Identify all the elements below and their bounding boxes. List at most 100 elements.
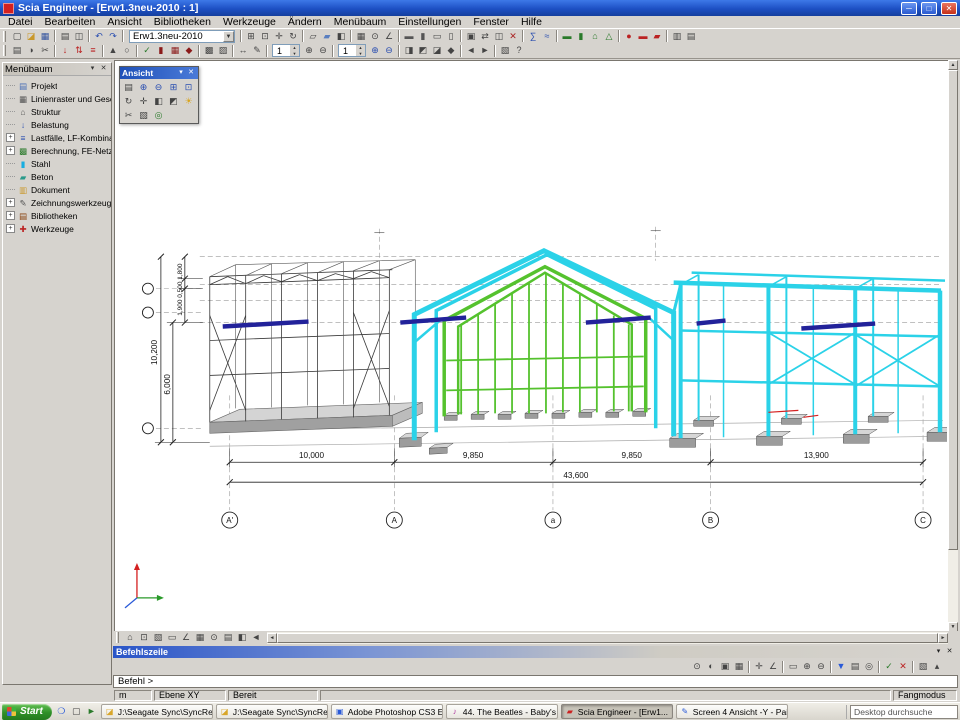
- zoom-in-icon[interactable]: ⊕: [368, 44, 382, 57]
- sidebar-item-lastfaelle[interactable]: + ≡ Lastfälle, LF-Kombinationen: [6, 131, 111, 144]
- move-icon[interactable]: ⇄: [478, 30, 492, 43]
- layers-icon[interactable]: ▤: [10, 44, 24, 57]
- quicklaunch-desktop-icon[interactable]: ▢: [70, 705, 83, 718]
- settings-icon[interactable]: ▧: [498, 44, 512, 57]
- undo-icon[interactable]: ↶: [92, 30, 106, 43]
- cancel-icon[interactable]: ✕: [896, 660, 910, 673]
- steel-check-icon[interactable]: ✓: [140, 44, 154, 57]
- supports-icon[interactable]: ▲: [106, 44, 120, 57]
- material-icon[interactable]: ▦: [168, 44, 182, 57]
- prev-view-icon[interactable]: ◄: [464, 44, 478, 57]
- select-mode-icon[interactable]: ▭: [786, 660, 800, 673]
- toolbar-grip[interactable]: [116, 632, 119, 643]
- render-toggle-icon[interactable]: ◧: [235, 631, 249, 644]
- sidebar-item-belastung[interactable]: ↓ Belastung: [6, 118, 111, 131]
- expand-plus-icon[interactable]: +: [6, 133, 15, 142]
- ansicht-zoom-out-icon[interactable]: ⊖: [151, 80, 166, 94]
- snap-mode-cell[interactable]: Fangmodus: [893, 690, 957, 701]
- ansicht-zoom-in-icon[interactable]: ⊕: [136, 80, 151, 94]
- start-button[interactable]: Start: [2, 704, 52, 720]
- taskbar-task-syncre-2[interactable]: ◪ J:\Seagate Sync\SyncRe...: [216, 704, 328, 719]
- ansicht-camera-icon[interactable]: ◎: [151, 108, 166, 122]
- close-icon[interactable]: ✕: [944, 647, 955, 657]
- ansicht-lamp-icon[interactable]: ☀: [181, 94, 196, 108]
- sidebar-item-dokument[interactable]: ▥ Dokument: [6, 183, 111, 196]
- menu-bibliotheken[interactable]: Bibliotheken: [148, 16, 217, 29]
- ansicht-print-icon[interactable]: ▤: [121, 80, 136, 94]
- mesh-icon[interactable]: ▩: [202, 44, 216, 57]
- view-y-icon[interactable]: ◩: [416, 44, 430, 57]
- view-x-icon[interactable]: ◨: [402, 44, 416, 57]
- menu-hilfe[interactable]: Hilfe: [515, 16, 548, 29]
- beam-add-icon[interactable]: ▬: [560, 30, 574, 43]
- hinges-icon[interactable]: ○: [120, 44, 134, 57]
- ansicht-view-front-icon[interactable]: ◧: [151, 94, 166, 108]
- grid-toggle-icon[interactable]: ▦: [193, 631, 207, 644]
- text-icon[interactable]: ✎: [250, 44, 264, 57]
- sidebar-item-zeichnungswerkzeuge[interactable]: + ✎ Zeichnungswerkzeuge: [6, 196, 111, 209]
- calculate-icon[interactable]: ∑: [526, 30, 540, 43]
- scale-spinner-1[interactable]: 1 ▲▼: [272, 44, 300, 57]
- load-combo-icon[interactable]: ⇅: [72, 44, 86, 57]
- pin-icon[interactable]: ▾: [87, 64, 98, 74]
- command-input[interactable]: [155, 677, 957, 687]
- pan-icon[interactable]: ✛: [272, 30, 286, 43]
- quicklaunch-browser-icon[interactable]: ❍: [55, 705, 68, 718]
- copy-icon[interactable]: ▣: [464, 30, 478, 43]
- ansicht-toolbar-header[interactable]: Ansicht ▾ ✕: [120, 67, 198, 79]
- pin-icon[interactable]: ▾: [933, 647, 944, 657]
- chevron-down-icon[interactable]: ▼: [223, 31, 234, 42]
- menu-fenster[interactable]: Fenster: [467, 16, 515, 29]
- print-icon[interactable]: ▤: [58, 30, 72, 43]
- ansicht-clip-icon[interactable]: ✂: [121, 108, 136, 122]
- delete-icon[interactable]: ✕: [506, 30, 520, 43]
- model-canvas[interactable]: 10,000 9,850 9,850 13,900 43,600 10,200 …: [114, 60, 948, 631]
- sidebar-item-werkzeuge[interactable]: + ✚ Werkzeuge: [6, 222, 111, 235]
- snap-end-icon[interactable]: ▣: [718, 660, 732, 673]
- minimize-button[interactable]: ─: [901, 2, 917, 15]
- snap-mid-icon[interactable]: ◐: [704, 660, 718, 673]
- sidebar-item-struktur[interactable]: ⌂ Struktur: [6, 105, 111, 118]
- scale-plus-icon[interactable]: ⊕: [302, 44, 316, 57]
- snap-toggle-icon[interactable]: ⊙: [207, 631, 221, 644]
- scroll-right-icon[interactable]: ►: [938, 633, 948, 643]
- menu-menubaum[interactable]: Menübaum: [328, 16, 393, 29]
- sidebar-item-linienraster[interactable]: ▦ Linienraster und Geschosse: [6, 92, 111, 105]
- sidebar-item-projekt[interactable]: ▤ Projekt: [6, 79, 111, 92]
- ansicht-zoom-window-icon[interactable]: ⊞: [166, 80, 181, 94]
- sidebar-item-stahl[interactable]: ▮ Stahl: [6, 157, 111, 170]
- layer-toggle-icon[interactable]: ▤: [221, 631, 235, 644]
- rotate-view-icon[interactable]: ↻: [286, 30, 300, 43]
- project-dropdown[interactable]: Erw1.3neu-2010 ▼: [129, 30, 235, 43]
- zoom-out-icon[interactable]: ⊖: [382, 44, 396, 57]
- zoom-extents-icon[interactable]: ⊡: [137, 631, 151, 644]
- close-icon[interactable]: ✕: [186, 68, 196, 78]
- save-icon[interactable]: ▦: [38, 30, 52, 43]
- sidebar-item-beton[interactable]: ▰ Beton: [6, 170, 111, 183]
- ansicht-pan-icon[interactable]: ✛: [136, 94, 151, 108]
- zoom-window-icon[interactable]: ⊞: [244, 30, 258, 43]
- horizontal-scrollbar-thumb[interactable]: [277, 633, 938, 643]
- results-icon[interactable]: ≈: [540, 30, 554, 43]
- befehlszeile-header[interactable]: Befehlszeile ▾ ✕: [113, 646, 958, 658]
- horizontal-scrollbar[interactable]: ◄ ►: [267, 632, 948, 644]
- axes-toggle-icon[interactable]: ∠: [179, 631, 193, 644]
- scale-minus-icon[interactable]: ⊖: [316, 44, 330, 57]
- label-toggle-icon[interactable]: ▭: [165, 631, 179, 644]
- snap-point-icon[interactable]: ⊙: [690, 660, 704, 673]
- coord-abs-icon[interactable]: ✛: [752, 660, 766, 673]
- select-add-icon[interactable]: ⊕: [800, 660, 814, 673]
- chevron-down-icon[interactable]: ▾: [176, 68, 186, 78]
- menu-ansicht[interactable]: Ansicht: [101, 16, 147, 29]
- view-z-icon[interactable]: ◪: [430, 44, 444, 57]
- redo-icon[interactable]: ↷: [106, 30, 120, 43]
- opening-icon[interactable]: ▯: [444, 30, 458, 43]
- frame-add-icon[interactable]: ⌂: [588, 30, 602, 43]
- ansicht-settings-icon[interactable]: ▧: [136, 108, 151, 122]
- perspective-icon[interactable]: ⌂: [123, 631, 137, 644]
- edge-icon[interactable]: ▬: [636, 30, 650, 43]
- unit-cell[interactable]: m: [114, 690, 152, 701]
- catalog-icon[interactable]: ▤: [684, 30, 698, 43]
- select-remove-icon[interactable]: ⊖: [814, 660, 828, 673]
- column-add-icon[interactable]: ▮: [574, 30, 588, 43]
